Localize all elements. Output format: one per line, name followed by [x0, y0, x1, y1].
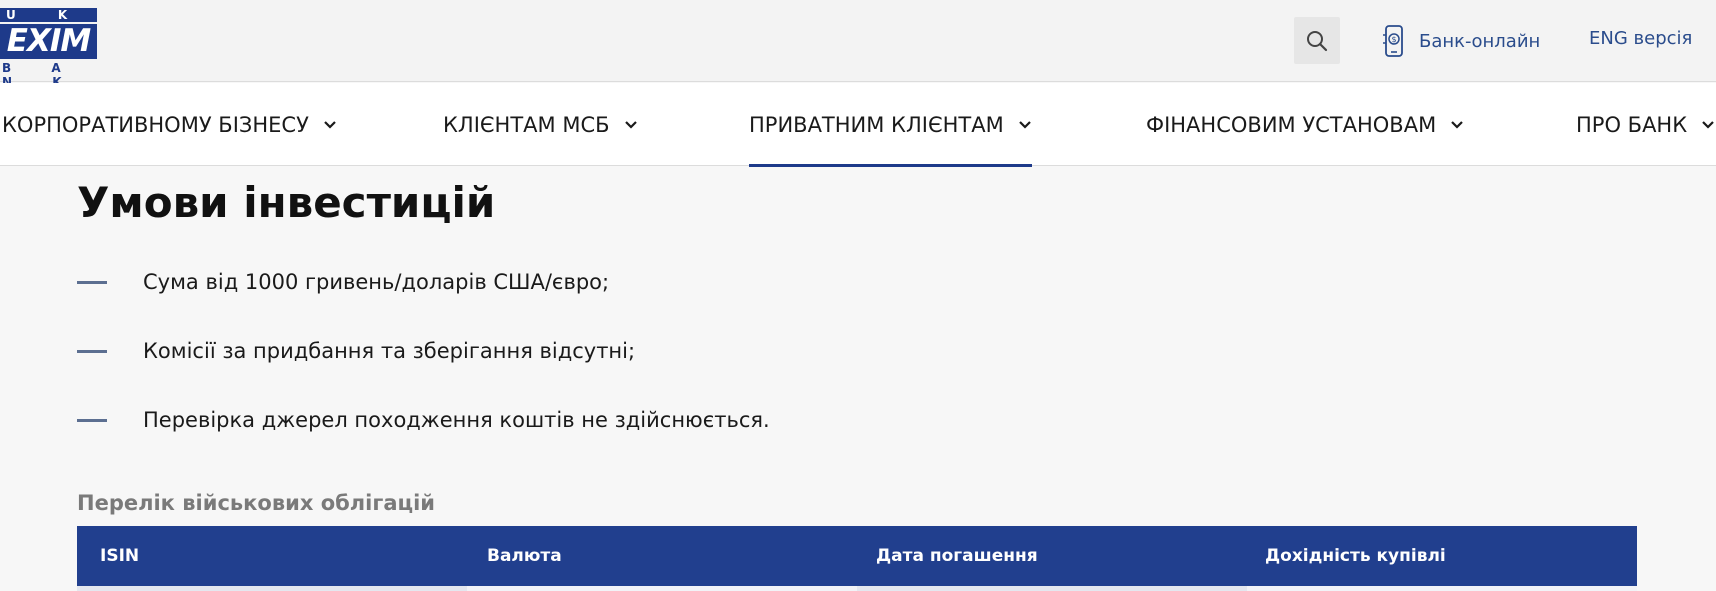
table-cell — [77, 586, 467, 591]
logo-main-text: EXIM — [0, 24, 97, 59]
table-row — [77, 586, 1637, 591]
table-cell — [467, 586, 857, 591]
nav-item-label: КЛІЄНТАМ МСБ — [443, 112, 610, 137]
column-header-isin: ISIN — [100, 546, 140, 566]
table-cell — [857, 586, 1247, 591]
list-item: Сума від 1000 гривень/доларів США/євро; — [77, 262, 977, 302]
nav-item-label: ПРО БАНК — [1576, 112, 1688, 137]
table-cell — [1247, 586, 1637, 591]
eng-version-link[interactable]: ENG версія — [1589, 28, 1692, 49]
column-header-yield: Дохідність купівлі — [1265, 546, 1446, 566]
search-button[interactable] — [1294, 17, 1340, 64]
top-bar: U K R EXIM B A N K $ Банк-онлайн ENG вер… — [0, 0, 1716, 89]
search-icon — [1307, 30, 1328, 51]
nav-item-label: ФІНАНСОВИМ УСТАНОВАМ — [1146, 112, 1437, 137]
dash-bullet — [77, 349, 107, 353]
list-item: Перевірка джерел походження коштів не зд… — [77, 400, 977, 440]
chevron-down-icon — [1451, 120, 1463, 129]
svg-text:$: $ — [1391, 35, 1396, 44]
list-item: Комісії за придбання та зберігання відсу… — [77, 331, 977, 371]
dash-bullet — [77, 280, 107, 284]
chevron-down-icon — [1702, 120, 1714, 129]
chevron-down-icon — [324, 120, 336, 129]
nav-item-label: ПРИВАТНИМ КЛІЄНТАМ — [749, 112, 1004, 137]
page-title: Умови інвестицій — [77, 178, 496, 227]
bank-online-label: Банк-онлайн — [1419, 30, 1541, 52]
nav-item-corporate[interactable]: КОРПОРАТИВНОМУ БІЗНЕСУ — [2, 83, 337, 166]
nav-item-about[interactable]: ПРО БАНК — [1576, 83, 1715, 166]
column-header-maturity-date: Дата погашення — [876, 546, 1038, 566]
column-header-currency: Валюта — [487, 546, 562, 566]
bonds-subtitle: Перелік військових облігацій — [77, 491, 435, 515]
logo-bottom-text: B A N K — [2, 61, 80, 89]
logo-top-text: U K R — [0, 8, 97, 36]
nav-item-label: КОРПОРАТИВНОМУ БІЗНЕСУ — [2, 112, 309, 137]
chevron-down-icon — [1018, 120, 1031, 129]
nav-item-sme[interactable]: КЛІЄНТАМ МСБ — [443, 83, 638, 166]
list-item-text: Сума від 1000 гривень/доларів США/євро; — [143, 270, 610, 294]
nav-item-financial[interactable]: ФІНАНСОВИМ УСТАНОВАМ — [1146, 83, 1464, 166]
main-nav: КОРПОРАТИВНОМУ БІЗНЕСУ КЛІЄНТАМ МСБ ПРИВ… — [0, 83, 1716, 167]
nav-item-private[interactable]: ПРИВАТНИМ КЛІЄНТАМ — [749, 83, 1032, 167]
bank-online-link[interactable]: $ Банк-онлайн — [1383, 24, 1540, 58]
ukreximbank-logo[interactable]: U K R EXIM B A N K — [0, 8, 97, 89]
phone-money-icon: $ — [1383, 25, 1403, 57]
bonds-table-header: ISIN Валюта Дата погашення Дохідність ку… — [77, 526, 1637, 586]
list-item-text: Перевірка джерел походження коштів не зд… — [143, 408, 770, 432]
list-item-text: Комісії за придбання та зберігання відсу… — [143, 339, 636, 363]
dash-bullet — [77, 418, 107, 422]
chevron-down-icon — [624, 120, 637, 129]
